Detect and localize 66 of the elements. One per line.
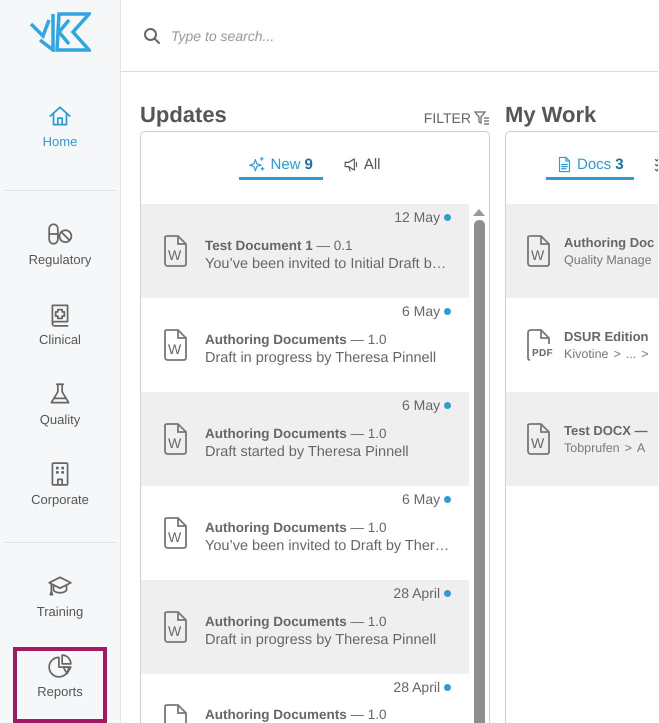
breadcrumb: Kivotine xyxy=(564,347,608,361)
breadcrumb: Tobprufen xyxy=(564,441,620,455)
tab[interactable]: All xyxy=(332,152,391,180)
date: 6 May xyxy=(402,491,440,507)
update-item[interactable]: 6 May W Authoring Documents — 1.0 Draft in progress by Theresa Pinnell xyxy=(141,298,470,392)
document-title: Test DOCX — xyxy=(564,423,648,438)
breadcrumb: ... xyxy=(626,347,636,361)
breadcrumb: Quality Manage xyxy=(564,253,652,267)
update-item[interactable]: 28 April Authoring Documents — 1.0 xyxy=(141,674,470,723)
file-icon: W xyxy=(526,235,552,267)
update-message: Draft in progress by Theresa Pinnell xyxy=(205,632,436,648)
document-title: Authoring Documents — 1.0 xyxy=(205,614,388,630)
sidebar-item[interactable]: Training xyxy=(15,567,105,634)
document-title: Authoring Documents — 1.0 xyxy=(205,707,387,723)
update-item[interactable]: 6 May W Authoring Documents — 1.0 You’ve been invited to Draft by Ther… xyxy=(141,486,470,580)
section-title: My Work xyxy=(505,102,596,128)
section-title: Updates xyxy=(140,102,227,128)
update-message: You’ve been invited to Initial Draft b… xyxy=(205,256,446,272)
date: 28 April xyxy=(393,585,440,601)
date: 28 April xyxy=(393,679,440,695)
pie-chart-icon xyxy=(47,653,73,679)
update-message: Draft in progress by Theresa Pinnell xyxy=(205,350,436,366)
file-icon: W xyxy=(163,611,189,643)
document-item[interactable]: PDF DSUR Edition Kivotine > ... > xyxy=(506,298,658,392)
sidebar-item[interactable]: Regulatory xyxy=(15,215,105,282)
document-title: DSUR Edition xyxy=(564,329,649,344)
search-icon xyxy=(143,26,161,44)
filter-icon xyxy=(474,111,490,125)
sidebar-item[interactable]: Reports xyxy=(13,647,107,723)
update-item[interactable]: 12 May W Test Document 1 — 0.1 You’ve been invited to Initial Draft b… xyxy=(141,204,470,298)
sparkle-icon xyxy=(249,156,266,173)
document-title: Authoring Documents — 1.0 xyxy=(205,332,388,348)
document-title: Authoring Documents — 1.0 xyxy=(205,426,388,442)
breadcrumb: > xyxy=(624,441,632,455)
megaphone-icon xyxy=(342,156,360,173)
tab[interactable]: New 9 xyxy=(239,152,323,180)
document-item[interactable]: W Authoring Doc Quality Manage xyxy=(506,204,658,298)
file-icon: W xyxy=(163,423,189,455)
sidebar-item[interactable]: Home xyxy=(15,97,105,164)
pills-icon xyxy=(47,221,73,247)
sidebar-item[interactable]: Clinical xyxy=(15,295,105,362)
sidebar-item[interactable]: Corporate xyxy=(15,455,105,522)
breadcrumb: > xyxy=(641,347,649,361)
logo xyxy=(29,10,91,52)
file-icon: W xyxy=(526,423,552,455)
document-icon xyxy=(556,156,573,173)
update-item[interactable]: 28 April W Authoring Documents — 1.0 Draft in progress by Theresa Pinnell xyxy=(141,580,470,674)
update-item[interactable]: 6 May W Authoring Documents — 1.0 Draft started by Theresa Pinnell xyxy=(141,392,470,486)
update-message: You’ve been invited to Draft by Ther… xyxy=(205,538,450,554)
file-icon: W xyxy=(163,517,189,549)
document-item[interactable]: W Test DOCX — Tobprufen > A xyxy=(506,392,658,486)
date: 12 May xyxy=(394,209,440,225)
tab[interactable]: Docs 3 xyxy=(546,152,634,180)
breadcrumb: A xyxy=(636,441,646,455)
file-icon: W xyxy=(163,235,189,267)
breadcrumb: > xyxy=(613,347,621,361)
sidebar-item[interactable]: Quality xyxy=(15,375,105,442)
update-message: Draft started by Theresa Pinnell xyxy=(205,444,409,460)
document-title: Authoring Doc xyxy=(564,235,654,250)
file-icon: W xyxy=(163,329,189,361)
date: 6 May xyxy=(402,397,440,413)
search-field[interactable]: Type to search... xyxy=(171,26,471,46)
document-title: Authoring Documents — 1.0 xyxy=(205,520,388,536)
date: 6 May xyxy=(402,303,440,319)
document-title: Test Document 1 — 0.1 xyxy=(205,238,354,254)
filter-button[interactable]: FILTER xyxy=(424,110,490,128)
